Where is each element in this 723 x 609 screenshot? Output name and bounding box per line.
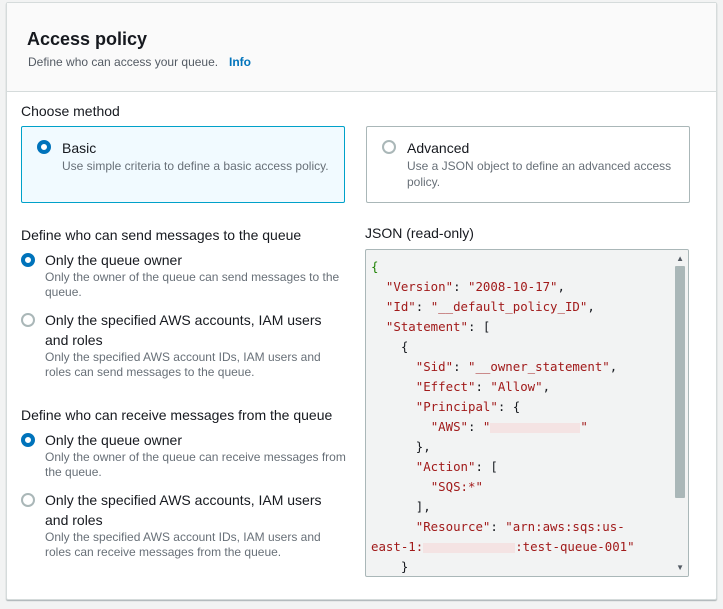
receive-option-owner[interactable]: Only the queue owner Only the owner of t… <box>21 430 351 486</box>
json-scrollbar[interactable]: ▲ ▼ <box>672 250 688 576</box>
choose-method-label: Choose method <box>21 103 120 119</box>
json-action-key: "Action" <box>415 459 476 474</box>
basic-description: Use simple criteria to define a basic ac… <box>62 159 329 173</box>
advanced-radio[interactable] <box>382 140 396 154</box>
json-sid-value: "__owner_statement" <box>468 359 610 374</box>
advanced-description: Use a JSON object to define an advanced … <box>407 159 672 189</box>
basic-title: Basic <box>62 140 97 156</box>
scroll-down-icon[interactable]: ▼ <box>676 563 684 572</box>
receive-owner-title: Only the queue owner <box>45 432 182 448</box>
send-owner-description: Only the owner of the queue can send mes… <box>45 270 340 299</box>
basic-radio[interactable] <box>37 140 51 154</box>
json-resource-value-start: "arn:aws:sqs:us- <box>505 519 625 534</box>
json-statement-open: [ <box>482 319 491 334</box>
json-id-key: "Id" <box>385 299 416 314</box>
redacted-account-id <box>490 422 581 433</box>
scroll-up-icon[interactable]: ▲ <box>676 254 684 263</box>
json-statement-key: "Statement" <box>385 319 468 334</box>
send-owner-radio[interactable] <box>21 253 35 267</box>
receive-option-specified[interactable]: Only the specified AWS accounts, IAM use… <box>21 490 351 562</box>
json-sid-key: "Sid" <box>415 359 454 374</box>
method-tile-advanced[interactable]: Advanced Use a JSON object to define an … <box>366 126 690 203</box>
send-option-owner[interactable]: Only the queue owner Only the owner of t… <box>21 250 351 306</box>
send-specified-radio[interactable] <box>21 313 35 327</box>
json-principal-open: { <box>512 399 521 414</box>
json-resource-value-end: :test-queue-001" <box>515 539 635 554</box>
json-aws-key: "AWS" <box>430 419 468 434</box>
send-specified-title: Only the specified AWS accounts, IAM use… <box>45 312 322 348</box>
panel-description: Define who can access your queue. <box>28 55 219 69</box>
json-action-close: ], <box>415 499 431 514</box>
receive-specified-description: Only the specified AWS account IDs, IAM … <box>45 530 321 559</box>
send-specified-description: Only the specified AWS account IDs, IAM … <box>45 350 321 379</box>
send-section-label: Define who can send messages to the queu… <box>21 227 302 243</box>
json-principal-key: "Principal" <box>415 399 498 414</box>
json-version-key: "Version" <box>385 279 454 294</box>
receive-owner-radio[interactable] <box>21 433 35 447</box>
json-resource-value-mid: east-1: <box>371 539 424 554</box>
json-aws-value-start: " <box>482 419 491 434</box>
method-tile-basic[interactable]: Basic Use simple criteria to define a ba… <box>21 126 345 203</box>
receive-section-label: Define who can receive messages from the… <box>21 407 333 423</box>
json-code: { "Version": "2008-10-17", "Id": "__defa… <box>371 259 635 574</box>
info-link[interactable]: Info <box>229 55 251 69</box>
redacted-resource-account <box>423 542 516 553</box>
json-principal-close: }, <box>415 439 431 454</box>
scroll-thumb[interactable] <box>675 266 685 498</box>
json-label: JSON (read-only) <box>365 225 474 241</box>
panel-header: Access policy Define who can access your… <box>7 3 716 92</box>
json-open-brace: { <box>371 259 379 274</box>
json-id-value: "__default_policy_ID" <box>430 299 588 314</box>
json-tail: } <box>400 559 409 574</box>
json-object-open: { <box>400 339 409 354</box>
send-owner-title: Only the queue owner <box>45 252 182 268</box>
json-effect-key: "Effect" <box>415 379 476 394</box>
json-action-open: [ <box>490 459 498 474</box>
panel-title: Access policy <box>27 29 148 49</box>
json-viewer[interactable]: { "Version": "2008-10-17", "Id": "__defa… <box>365 249 689 577</box>
json-aws-value-end: " <box>580 419 588 434</box>
receive-specified-title: Only the specified AWS accounts, IAM use… <box>45 492 322 528</box>
json-action-value: "SQS:*" <box>430 479 483 494</box>
json-resource-key: "Resource" <box>415 519 491 534</box>
send-option-specified[interactable]: Only the specified AWS accounts, IAM use… <box>21 310 351 382</box>
receive-specified-radio[interactable] <box>21 493 35 507</box>
json-effect-value: "Allow" <box>490 379 543 394</box>
json-version-value: "2008-10-17" <box>467 279 558 294</box>
advanced-title: Advanced <box>407 140 470 156</box>
receive-owner-description: Only the owner of the queue can receive … <box>45 450 346 479</box>
